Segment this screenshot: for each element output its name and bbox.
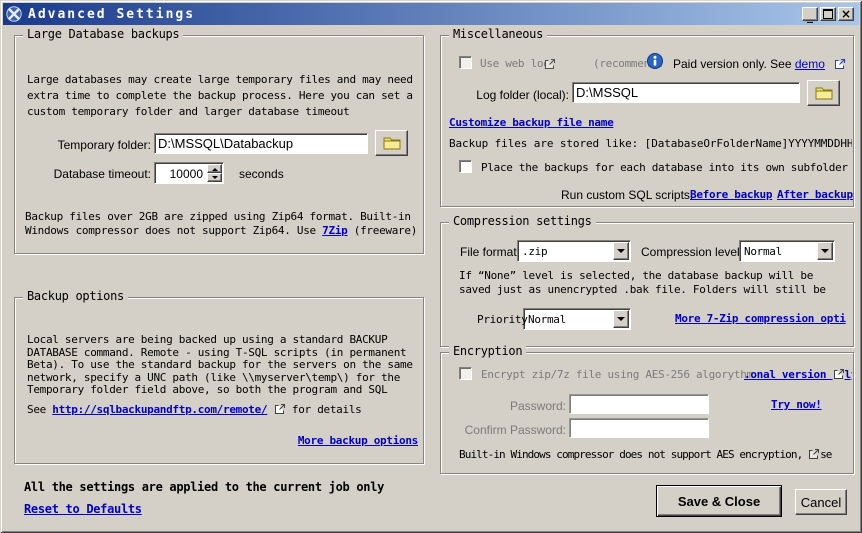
priority-label: Priority [477, 313, 528, 326]
db-timeout-value: 10000 [155, 167, 203, 181]
advanced-settings-dialog: Advanced Settings _ × Large Database bac… [0, 0, 862, 533]
paid-text: Paid version only. See [673, 57, 795, 71]
external-link-icon[interactable] [274, 403, 286, 415]
aes-note-text-end: se [820, 448, 831, 461]
titlebar[interactable]: Advanced Settings _ × [3, 3, 859, 25]
temp-folder-label: Temporary folder: [15, 138, 151, 152]
spin-up-button[interactable] [207, 164, 222, 173]
close-button[interactable]: × [838, 7, 854, 21]
confirm-password-label: Confirm Password: [441, 423, 566, 437]
chevron-down-icon[interactable] [817, 242, 833, 260]
try-now-link[interactable]: Try now! [771, 398, 822, 411]
log-folder-input[interactable] [572, 82, 800, 103]
remote-docs-line: See http://sqlbackupandftp.com/remote/ f… [27, 403, 419, 416]
save-and-close-button[interactable]: Save & Close [656, 485, 782, 517]
compression-level-value: Normal [744, 245, 782, 258]
encrypt-checkbox[interactable] [459, 367, 472, 380]
customize-backup-file-name-link[interactable]: Customize backup file name [449, 116, 613, 129]
folder-icon [815, 86, 833, 100]
group-large-database-backups: Large Database backups Large databases m… [14, 35, 424, 254]
see-prefix: See [27, 403, 52, 416]
backup-options-description: Local servers are being backed up using … [27, 334, 419, 397]
minimize-icon: _ [807, 9, 813, 23]
spin-up-icon [212, 165, 218, 171]
aes-note-text: Built-in Windows compressor does not sup… [459, 448, 808, 461]
large-db-description: Large databases may create large tempora… [27, 72, 419, 120]
demo-link[interactable]: demo [795, 57, 825, 71]
use-web-log-checkbox[interactable] [459, 56, 472, 69]
confirm-password-input[interactable] [569, 418, 709, 438]
footer-note: All the settings are applied to the curr… [24, 480, 384, 494]
group-title: Miscellaneous [449, 27, 547, 41]
external-link-icon [544, 58, 556, 70]
group-backup-options: Backup options Local servers are being b… [14, 297, 424, 464]
info-icon [647, 53, 663, 69]
password-input[interactable] [569, 394, 709, 414]
external-link-icon[interactable] [808, 448, 820, 460]
compression-level-select[interactable]: Normal [739, 240, 835, 262]
paid-version-note: Paid version only. See demo [673, 57, 849, 71]
group-title: Compression settings [449, 214, 596, 228]
group-title: Encryption [449, 344, 526, 358]
zip64-note: Backup files over 2GB are zipped using Z… [25, 196, 421, 238]
version-link-text-end[interactable]: ly [845, 368, 852, 381]
priority-value: Normal [528, 313, 566, 326]
chevron-down-icon[interactable] [613, 310, 629, 328]
aes-note: Built-in Windows compressor does not sup… [459, 448, 852, 461]
file-format-label: File format: [460, 245, 520, 259]
maximize-button[interactable] [820, 7, 836, 21]
chevron-down-icon[interactable] [613, 242, 629, 260]
log-folder-browse-button[interactable] [807, 80, 840, 106]
log-folder-label: Log folder (local): [461, 88, 569, 102]
remote-url-link[interactable]: http://sqlbackupandftp.com/remote/ [52, 403, 267, 416]
group-encryption: Encryption Encrypt zip/7z file using AES… [440, 352, 854, 474]
use-web-log-label: Use web log [480, 57, 550, 70]
external-link-icon[interactable] [833, 368, 845, 380]
temp-folder-input[interactable] [154, 133, 368, 154]
group-compression-settings: Compression settings File format: .zip C… [440, 222, 854, 347]
app-icon [6, 6, 22, 22]
close-icon: × [841, 7, 851, 21]
seconds-label: seconds [239, 167, 284, 181]
password-label: Password: [441, 399, 566, 413]
external-link-icon[interactable] [834, 58, 846, 70]
group-miscellaneous: Miscellaneous Use web log (recommende Pa… [440, 35, 854, 207]
before-backup-link[interactable]: Before backup [690, 188, 772, 201]
after-backup-link[interactable]: After backup [777, 188, 853, 201]
version-link-text[interactable]: .onal version [744, 368, 833, 381]
reset-to-defaults-link[interactable]: Reset to Defaults [24, 502, 142, 516]
temp-folder-browse-button[interactable] [375, 130, 408, 156]
db-timeout-label: Database timeout: [15, 167, 151, 181]
encrypt-label: Encrypt zip/7z file using AES-256 algory… [481, 368, 761, 381]
group-title: Large Database backups [23, 27, 183, 41]
compression-level-label: Compression level: [641, 245, 743, 259]
run-scripts-label: Run custom SQL scripts: [561, 188, 693, 202]
zip64-note-suffix: (freeware) [347, 224, 417, 237]
file-format-select[interactable]: .zip [517, 240, 631, 262]
sevenzip-link[interactable]: 7Zip [322, 224, 347, 237]
see-suffix: for details [286, 403, 362, 416]
more-backup-options-link[interactable]: More backup options [298, 434, 418, 447]
spin-down-button[interactable] [207, 173, 222, 182]
priority-select[interactable]: Normal [523, 308, 631, 330]
spin-down-icon [212, 176, 218, 182]
folder-icon [383, 136, 401, 150]
maximize-icon [823, 9, 833, 19]
none-level-note: If “None” level is selected, the databas… [459, 269, 847, 297]
minimize-button[interactable]: _ [802, 7, 818, 21]
stored-note: Backup files are stored like: [DatabaseO… [449, 137, 852, 150]
subfolder-label: Place the backups for each database into… [481, 161, 852, 174]
db-timeout-spinner[interactable]: 10000 [154, 162, 224, 184]
more-7zip-options-link[interactable]: More 7-Zip compression opti [675, 312, 852, 325]
file-format-value: .zip [522, 245, 547, 258]
cancel-button[interactable]: Cancel [795, 489, 847, 515]
window-title: Advanced Settings [28, 7, 195, 22]
professional-version-link[interactable]: .onal version ly [744, 368, 852, 381]
subfolder-checkbox[interactable] [459, 160, 472, 173]
group-title: Backup options [23, 289, 128, 303]
